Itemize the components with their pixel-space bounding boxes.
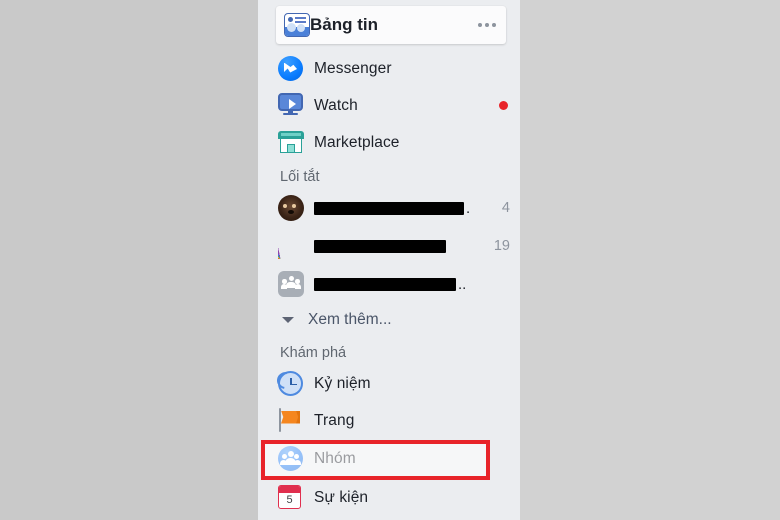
- chevron-down-icon: [282, 317, 294, 323]
- group-avatar: [278, 271, 304, 297]
- right-gutter: [520, 0, 780, 520]
- explore-section-title: Khám phá: [280, 345, 347, 361]
- sidebar-item-newsfeed[interactable]: Bảng tin: [276, 6, 506, 44]
- messenger-icon: [278, 55, 304, 82]
- events-day-number: 5: [286, 493, 293, 506]
- sidebar-item-watch[interactable]: Watch: [258, 87, 520, 124]
- shortcut-count-badge: 4: [501, 200, 510, 216]
- left-gutter: [0, 0, 258, 520]
- shortcut-count-badge: 19: [493, 238, 510, 254]
- shortcuts-section-title: Lối tắt: [280, 169, 320, 185]
- watch-notification-dot: [499, 101, 508, 110]
- newsfeed-label: Bảng tin: [310, 15, 378, 34]
- events-calendar-icon: 5: [278, 484, 304, 511]
- memories-icon: [273, 368, 304, 397]
- see-more-label: Xem thêm...: [308, 311, 392, 328]
- sidebar-item-label: Kỷ niệm: [314, 374, 371, 392]
- shortcut-row[interactable]: 19: [258, 227, 520, 265]
- rainbow-avatar: [278, 233, 304, 259]
- sidebar-item-label: Messenger: [314, 59, 392, 77]
- sidebar-item-messenger[interactable]: Messenger: [258, 50, 520, 87]
- screenshot-stage: Bảng tin Messenger Watch Marketplace Lối…: [0, 0, 780, 520]
- dog-avatar: [278, 195, 304, 221]
- shortcut-row[interactable]: . 4: [258, 189, 520, 227]
- sidebar-item-marketplace[interactable]: Marketplace: [258, 124, 520, 161]
- redacted-name: [314, 239, 446, 253]
- sidebar-item-pages[interactable]: Trang: [258, 402, 520, 439]
- shortcut-row[interactable]: ..: [258, 265, 520, 303]
- groups-icon: [278, 446, 304, 472]
- shortcut-name-suffix: ..: [458, 275, 467, 293]
- pages-flag-icon: [278, 407, 304, 434]
- sidebar-item-groups[interactable]: Nhóm: [258, 439, 520, 479]
- marketplace-icon: [278, 130, 304, 156]
- shortcut-name-suffix: .: [466, 199, 471, 217]
- redacted-name: [314, 201, 464, 215]
- redacted-name: [314, 277, 456, 291]
- facebook-left-sidebar: Bảng tin Messenger Watch Marketplace Lối…: [258, 0, 520, 520]
- sidebar-item-label: Watch: [314, 96, 358, 114]
- sidebar-item-memories[interactable]: Kỷ niệm: [258, 365, 520, 402]
- sidebar-item-label: Trang: [314, 411, 355, 429]
- sidebar-item-label: Sự kiện: [314, 488, 369, 506]
- see-more-button[interactable]: Xem thêm...: [258, 303, 520, 337]
- watch-icon: [278, 92, 304, 119]
- sidebar-item-label: Nhóm: [314, 450, 356, 467]
- sidebar-item-events[interactable]: 5 Sự kiện: [258, 479, 520, 516]
- sidebar-item-label: Marketplace: [314, 133, 400, 151]
- newsfeed-icon: [284, 13, 310, 37]
- more-options-icon[interactable]: [478, 23, 496, 27]
